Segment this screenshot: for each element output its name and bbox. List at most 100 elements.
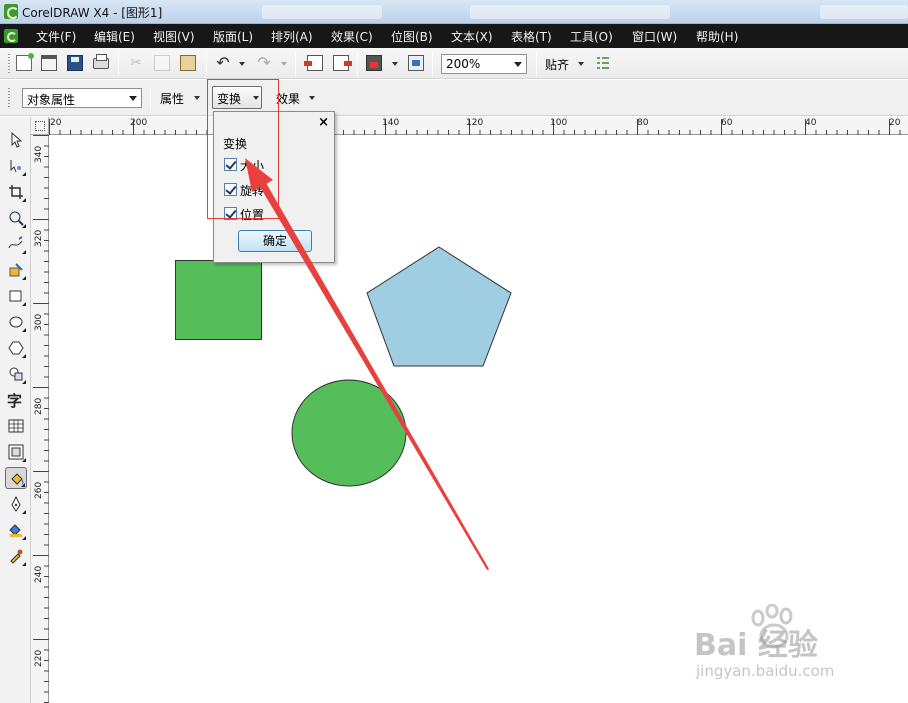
h-ruler-label: 140	[382, 118, 400, 128]
ellipse-tool[interactable]	[5, 311, 27, 333]
zoom-tool[interactable]	[5, 207, 27, 229]
attributes-button[interactable]: 属性	[160, 90, 184, 107]
pick-tool[interactable]	[5, 129, 27, 151]
h-ruler-label: 40	[805, 118, 817, 128]
flyout-corner	[22, 536, 26, 540]
property-bar-grip[interactable]	[8, 88, 10, 108]
menu-bitmaps[interactable]: 位图(B)	[391, 28, 433, 45]
redo-icon[interactable]: ↷	[256, 55, 272, 71]
options-icon[interactable]	[596, 56, 612, 70]
window-title: CorelDRAW X4 - [图形1]	[22, 6, 163, 20]
title-bar: CorelDRAW X4 - [图形1]	[0, 0, 908, 24]
chevron-down-icon	[514, 62, 522, 67]
v-ruler-label: 280	[34, 397, 44, 415]
interactive-fill-tool[interactable]	[5, 519, 27, 541]
menu-text[interactable]: 文本(X)	[451, 28, 493, 45]
table-tool[interactable]	[5, 415, 27, 437]
object-properties-value: 对象属性	[27, 93, 76, 107]
standard-toolbar: ✂ ↶ ↷ 200% 贴齐	[0, 48, 908, 79]
toolbar-separator	[206, 53, 207, 75]
zoom-level-combo[interactable]: 200%	[441, 54, 527, 74]
menu-file[interactable]: 文件(F)	[36, 28, 76, 45]
ruler-origin-corner[interactable]	[31, 117, 49, 135]
application-launcher-icon[interactable]	[366, 55, 382, 71]
menu-edit[interactable]: 编辑(E)	[94, 28, 135, 45]
polygon-tool[interactable]	[5, 337, 27, 359]
crop-tool[interactable]	[5, 181, 27, 203]
h-ruler-label: 200	[130, 118, 148, 128]
v-ruler-label: 220	[34, 649, 44, 667]
smart-fill-tool[interactable]	[5, 259, 27, 281]
h-ruler-label: 100	[550, 118, 568, 128]
basic-shapes-tool[interactable]	[5, 363, 27, 385]
rectangle-tool[interactable]	[5, 285, 27, 307]
print-icon[interactable]	[93, 54, 109, 69]
document-icon[interactable]	[4, 29, 18, 43]
toolbar-separator	[295, 53, 296, 75]
chevron-down-icon	[129, 96, 137, 101]
vertical-ruler-ticks	[33, 135, 49, 703]
h-ruler-label: 120	[466, 118, 484, 128]
h-ruler-label: 60	[721, 118, 733, 128]
save-icon[interactable]	[67, 55, 83, 71]
open-icon[interactable]	[41, 55, 57, 71]
copy-icon[interactable]	[154, 55, 170, 71]
freehand-tool[interactable]	[5, 233, 27, 255]
paste-icon[interactable]	[180, 55, 196, 71]
menu-tools[interactable]: 工具(O)	[570, 28, 613, 45]
menu-effects[interactable]: 效果(C)	[331, 28, 373, 45]
flyout-corner	[22, 224, 26, 228]
new-document-icon[interactable]	[16, 53, 34, 71]
flyout-corner	[22, 302, 26, 306]
property-bar: 对象属性 属性 效果	[0, 80, 908, 116]
interactive-blend-tool[interactable]	[5, 441, 27, 463]
toolbar-grip[interactable]	[8, 54, 10, 74]
menu-layout[interactable]: 版面(L)	[213, 28, 253, 45]
fill-tool-active[interactable]	[5, 467, 27, 489]
toolbar-separator	[536, 53, 537, 75]
eyedropper-tool[interactable]	[5, 545, 27, 567]
menu-table[interactable]: 表格(T)	[511, 28, 552, 45]
cut-icon[interactable]: ✂	[128, 55, 144, 71]
import-icon[interactable]	[304, 55, 323, 71]
flyout-corner	[21, 483, 25, 487]
horizontal-ruler[interactable]: 20 200 180 160 140 120 100 80 60 40 20	[49, 117, 908, 135]
undo-dropdown-arrow[interactable]	[239, 62, 245, 66]
toolbar-separator	[432, 53, 433, 75]
annotation-highlight-box	[207, 79, 279, 219]
toolbar-separator	[150, 87, 151, 109]
menu-help[interactable]: 帮助(H)	[696, 28, 738, 45]
effects-button[interactable]: 效果	[276, 90, 300, 107]
menu-view[interactable]: 视图(V)	[153, 28, 195, 45]
blurred-taskbar-tab	[470, 5, 670, 19]
text-tool[interactable]: 字	[5, 389, 27, 411]
redo-dropdown-arrow[interactable]	[281, 62, 287, 66]
vertical-ruler[interactable]: 340 320 300 280 260 240 220	[31, 135, 49, 703]
flyout-corner	[22, 458, 26, 462]
export-icon[interactable]	[333, 55, 352, 71]
flyout-corner	[22, 276, 26, 280]
undo-icon[interactable]: ↶	[215, 55, 231, 71]
h-ruler-label: 80	[637, 118, 649, 128]
v-ruler-label: 240	[34, 565, 44, 583]
object-properties-combo[interactable]: 对象属性	[22, 88, 142, 108]
flyout-corner	[22, 172, 26, 176]
watermark-url: jingyan.baidu.com	[696, 662, 835, 680]
ok-button[interactable]: 确定	[238, 230, 312, 252]
outline-tool[interactable]	[5, 493, 27, 515]
v-ruler-label: 300	[34, 313, 44, 331]
v-ruler-label: 260	[34, 481, 44, 499]
snap-to-button[interactable]: 贴齐	[545, 56, 569, 73]
welcome-screen-icon[interactable]	[408, 55, 424, 71]
flyout-corner	[22, 510, 26, 514]
h-ruler-label: 20	[889, 118, 901, 128]
menu-arrange[interactable]: 排列(A)	[271, 28, 313, 45]
snap-dropdown-arrow[interactable]	[578, 62, 584, 66]
effects-dropdown-arrow[interactable]	[309, 96, 315, 100]
close-icon[interactable]: ×	[318, 115, 329, 130]
coreldraw-app-icon	[4, 4, 19, 19]
launcher-dropdown-arrow[interactable]	[392, 62, 398, 66]
menu-window[interactable]: 窗口(W)	[632, 28, 677, 45]
shape-tool[interactable]	[5, 155, 27, 177]
attributes-dropdown-arrow[interactable]	[194, 96, 200, 100]
